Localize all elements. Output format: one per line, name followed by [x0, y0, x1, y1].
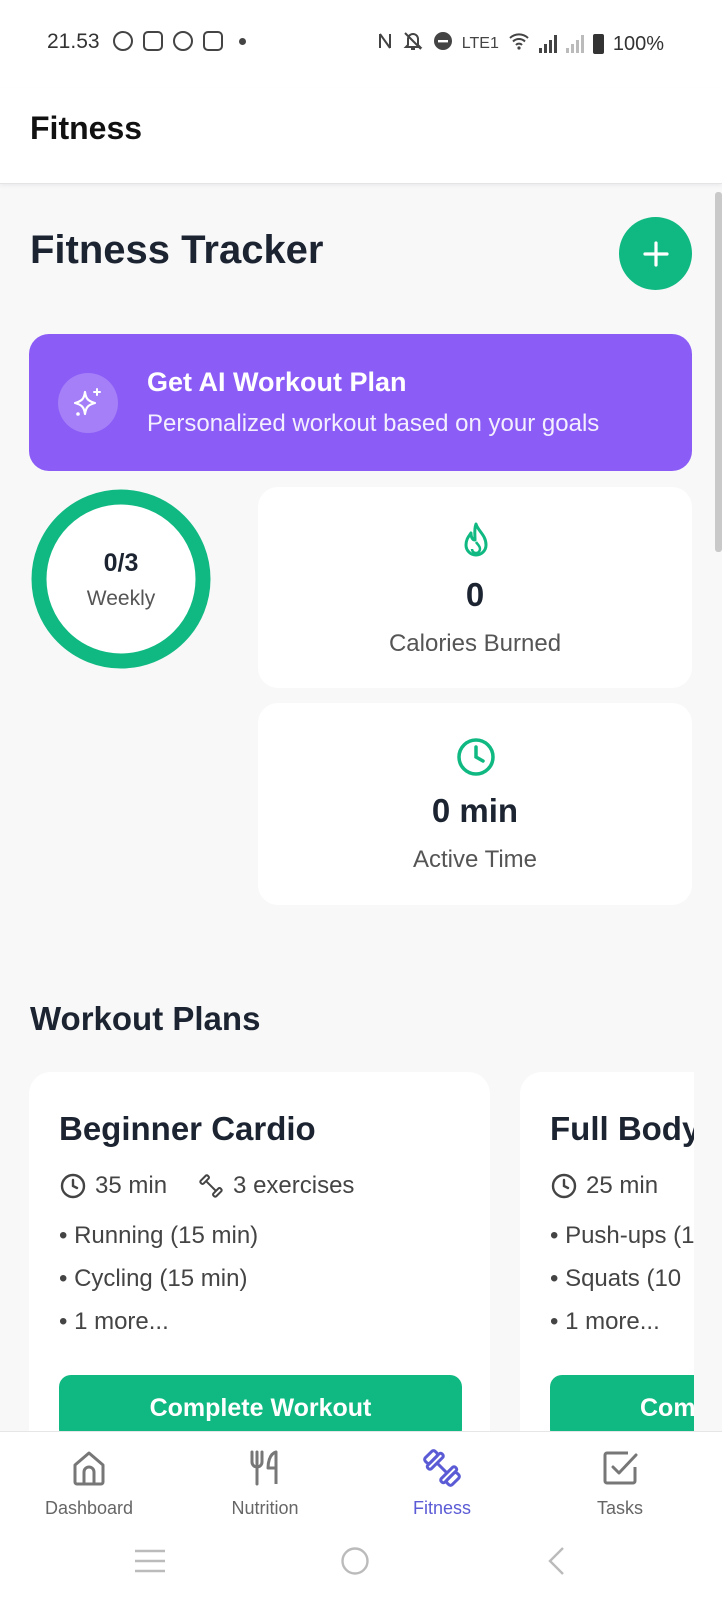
- app-icon: [203, 31, 223, 51]
- page-title: Fitness Tracker: [30, 228, 324, 272]
- app-bar: Fitness: [0, 88, 722, 184]
- home-icon: [73, 1451, 105, 1486]
- calories-card: 0 Calories Burned: [258, 487, 692, 688]
- workout-plan-card[interactable]: Full Body 25 min • Push-ups (1 • Squats …: [520, 1072, 694, 1432]
- whatsapp-icon: [113, 31, 133, 51]
- flame-icon: [464, 522, 488, 557]
- clock-icon: [457, 738, 495, 776]
- recent-apps-icon[interactable]: [133, 1548, 167, 1574]
- workout-plan-card[interactable]: Beginner Cardio 35 min 3 exercises • Run…: [29, 1072, 490, 1432]
- nav-label: Nutrition: [231, 1498, 299, 1518]
- nav-item-dashboard[interactable]: Dashboard: [14, 1446, 164, 1519]
- active-time-card: 0 min Active Time: [258, 703, 692, 905]
- nav-label: Tasks: [596, 1498, 643, 1518]
- home-button-icon[interactable]: [340, 1546, 370, 1576]
- complete-workout-button[interactable]: Com: [550, 1375, 694, 1432]
- notification-icons: [113, 31, 246, 51]
- exercise-item: • Squats (10: [550, 1265, 682, 1292]
- weekly-progress-ring: [31, 489, 211, 669]
- nfc-icon: [377, 31, 393, 57]
- nav-item-fitness[interactable]: Fitness: [367, 1446, 517, 1519]
- more-exercises: • 1 more...: [59, 1308, 169, 1335]
- clock-icon: [60, 1173, 86, 1199]
- ai-banner-subtitle: Personalized workout based on your goals: [147, 410, 600, 437]
- nav-item-tasks[interactable]: Tasks: [545, 1446, 695, 1519]
- status-time: 21.53: [47, 30, 100, 53]
- more-notifications-dot: [239, 37, 246, 45]
- mute-icon: [402, 30, 424, 58]
- nav-label: Dashboard: [44, 1498, 134, 1518]
- plan-duration: 35 min: [95, 1172, 168, 1199]
- nav-label: Fitness: [412, 1498, 472, 1518]
- workout-plans-title: Workout Plans: [30, 1000, 261, 1037]
- exercise-item: • Cycling (15 min): [59, 1265, 248, 1292]
- plus-icon: [642, 240, 669, 267]
- battery-icon: [592, 34, 604, 54]
- volte-icon: LTE1: [461, 35, 499, 52]
- calories-label: Calories Burned: [388, 630, 562, 657]
- ai-icon-badge: [58, 373, 118, 433]
- plan-exercise-count: 3 exercises: [233, 1172, 355, 1199]
- system-icons: LTE1 100%: [377, 30, 664, 58]
- weekly-progress-label: Weekly: [86, 587, 156, 610]
- dnd-icon: [433, 31, 453, 57]
- status-bar: 21.53 LTE1 100%: [0, 0, 722, 88]
- spotify-icon: [173, 31, 193, 51]
- ai-banner-title: Get AI Workout Plan: [147, 367, 407, 397]
- plan-name: Beginner Cardio: [59, 1110, 316, 1147]
- dumbbell-icon: [199, 1174, 223, 1198]
- active-time-value: 0 min: [431, 792, 519, 829]
- nav-item-nutrition[interactable]: Nutrition: [190, 1446, 340, 1519]
- plan-meta: 35 min 3 exercises: [59, 1172, 384, 1200]
- ai-workout-plan-banner[interactable]: Get AI Workout Plan Personalized workout…: [29, 334, 692, 471]
- fork-knife-icon: [250, 1450, 278, 1486]
- plan-duration: 25 min: [586, 1172, 659, 1199]
- signal-icon: [538, 35, 557, 53]
- battery-percent: 100%: [612, 32, 664, 55]
- sparkles-icon: [73, 388, 101, 416]
- back-icon[interactable]: [546, 1546, 566, 1576]
- signal-icon: [565, 35, 584, 53]
- active-time-label: Active Time: [412, 846, 538, 873]
- exercise-item: • Running (15 min): [59, 1222, 259, 1249]
- calories-value: 0: [465, 576, 485, 613]
- bottom-nav: Dashboard Nutrition Fitness Tasks: [0, 1431, 722, 1535]
- scrollbar[interactable]: [715, 192, 722, 552]
- discord-icon: [143, 31, 163, 51]
- add-workout-button[interactable]: [619, 217, 692, 290]
- plan-name: Full Body: [550, 1110, 694, 1147]
- clock-icon: [551, 1173, 577, 1199]
- checkbox-icon: [603, 1451, 638, 1485]
- wifi-icon: [508, 32, 530, 56]
- app-bar-title: Fitness: [30, 110, 143, 146]
- dumbbell-icon: [423, 1449, 461, 1487]
- complete-workout-button[interactable]: Complete Workout: [59, 1375, 462, 1432]
- system-nav-bar: [0, 1535, 722, 1600]
- exercise-item: • Push-ups (1: [550, 1222, 694, 1249]
- more-exercises: • 1 more...: [550, 1308, 660, 1335]
- weekly-progress-value: 0/3: [103, 549, 139, 577]
- plan-meta: 25 min: [550, 1172, 688, 1200]
- workout-plans-carousel[interactable]: Beginner Cardio 35 min 3 exercises • Run…: [29, 1072, 694, 1432]
